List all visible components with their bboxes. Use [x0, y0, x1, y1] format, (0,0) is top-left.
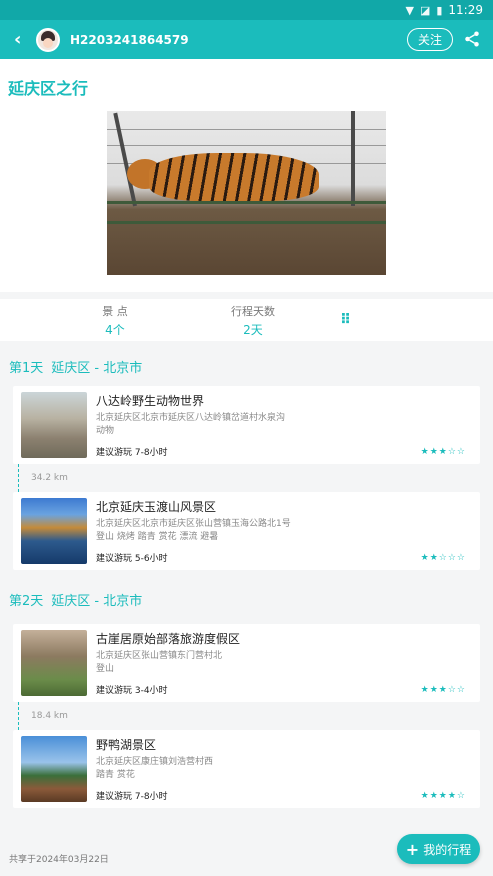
rating-stars: ★★★☆☆	[420, 684, 466, 695]
grid-menu-icon[interactable]: ⠿	[340, 312, 351, 328]
place-thumbnail	[21, 392, 87, 458]
days-label: 行程天数	[231, 304, 275, 318]
place-suggest-time: 建议游玩 3-4小时	[96, 686, 168, 696]
trip-cover-image[interactable]	[107, 111, 386, 275]
place-address: 北京延庆区康庄镇刘浩营村西 踏青 赏花	[96, 757, 214, 780]
follow-button[interactable]: 关注	[406, 28, 453, 51]
place-address: 北京延庆区北京市延庆区八达岭镇岔道村水泉沟 动物	[96, 413, 286, 436]
place-card[interactable]: 北京延庆玉渡山风景区 北京延庆区北京市延庆区张山营镇玉海公路北1号 登山 烧烤 踏…	[13, 492, 480, 570]
day-region: 延庆区 - 北京市	[51, 361, 143, 376]
back-icon[interactable]: ‹	[14, 29, 34, 50]
day-label: 第1天	[9, 361, 44, 376]
my-trips-button[interactable]: + 我的行程	[397, 834, 480, 864]
place-thumbnail	[21, 630, 87, 696]
place-suggest-time: 建议游玩 5-6小时	[96, 554, 168, 564]
rating-stars: ★★★☆☆	[420, 446, 466, 457]
plus-icon: +	[405, 839, 420, 859]
spots-value: 4个	[105, 322, 125, 337]
days-stat: 行程天数 2天	[196, 303, 310, 338]
place-address: 北京延庆区北京市延庆区张山营镇玉海公路北1号 登山 烧烤 踏青 赏花 漂流 避暑	[96, 519, 291, 542]
distance-value: 34.2 km	[31, 473, 68, 483]
trip-title: 延庆区之行	[8, 79, 89, 98]
place-name: 八达岭野生动物世界	[96, 394, 205, 408]
distance-connector: 34.2 km	[18, 464, 493, 492]
rating-stars: ★★☆☆☆	[420, 552, 466, 563]
place-name: 北京延庆玉渡山风景区	[96, 500, 217, 514]
avatar[interactable]	[36, 27, 60, 52]
day-region: 延庆区 - 北京市	[51, 594, 143, 609]
trip-hero: 延庆区之行	[0, 59, 493, 292]
distance-value: 18.4 km	[31, 711, 68, 721]
place-suggest-time: 建议游玩 7-8小时	[96, 792, 168, 802]
shared-date: 共享于2024年03月22日	[9, 855, 109, 865]
status-bar: ▼ ◪ ▮ 11:29	[0, 0, 493, 20]
place-name: 古崖居原始部落旅游度假区	[96, 632, 241, 646]
trip-stats: 景 点 4个 行程天数 2天 ⠿	[0, 299, 493, 341]
my-trips-label: 我的行程	[423, 842, 472, 857]
place-card[interactable]: 八达岭野生动物世界 北京延庆区北京市延庆区八达岭镇岔道村水泉沟 动物 建议游玩 7…	[13, 386, 480, 464]
day-label: 第2天	[9, 594, 44, 609]
spots-label: 景 点	[102, 304, 128, 318]
header-bar: ‹ H2203241864579 关注	[0, 20, 493, 59]
place-name: 野鸭湖景区	[96, 738, 157, 752]
no-signal-icon: ◪	[419, 3, 431, 17]
rating-stars: ★★★★☆	[420, 790, 466, 801]
battery-icon: ▮	[436, 3, 443, 17]
place-thumbnail	[21, 736, 87, 802]
place-card[interactable]: 野鸭湖景区 北京延庆区康庄镇刘浩营村西 踏青 赏花 建议游玩 7-8小时 ★★★★…	[13, 730, 480, 808]
user-id: H2203241864579	[70, 32, 189, 47]
share-icon[interactable]	[463, 30, 483, 50]
status-time: 11:29	[448, 3, 483, 17]
wifi-icon: ▼	[405, 3, 414, 17]
day-header: 第2天 延庆区 - 北京市	[0, 574, 493, 619]
days-value: 2天	[243, 322, 263, 337]
place-suggest-time: 建议游玩 7-8小时	[96, 448, 168, 458]
day-header: 第1天 延庆区 - 北京市	[0, 341, 493, 386]
spots-stat: 景 点 4个	[58, 303, 172, 338]
place-card[interactable]: 古崖居原始部落旅游度假区 北京延庆区张山营镇东门营村北 登山 建议游玩 3-4小时…	[13, 624, 480, 702]
distance-connector: 18.4 km	[18, 702, 493, 730]
place-address: 北京延庆区张山营镇东门营村北 登山	[96, 651, 223, 674]
place-thumbnail	[21, 498, 87, 564]
